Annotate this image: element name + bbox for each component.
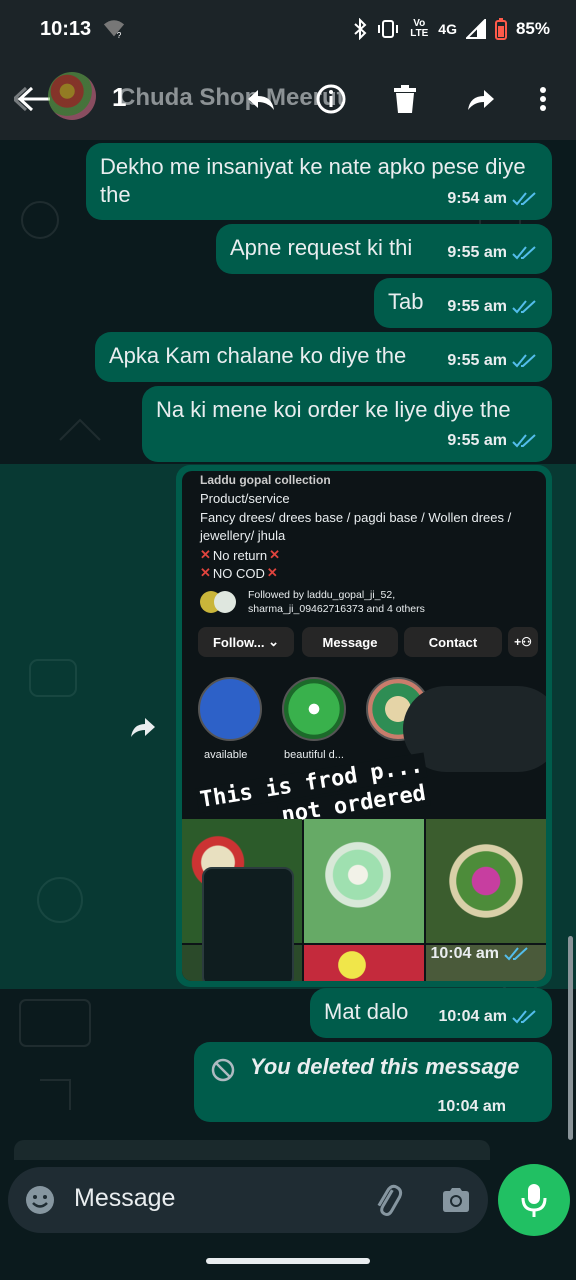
home-gesture-handle[interactable] (206, 1258, 370, 1264)
highlight-label: available (204, 749, 248, 761)
vibrate-icon (378, 20, 399, 38)
camera-icon[interactable] (440, 1184, 472, 1216)
battery-icon (494, 18, 507, 40)
volte-indicator: Vo LTE (410, 18, 429, 39)
reply-icon[interactable] (244, 82, 278, 116)
no-cod-line: ✕ NO COD ✕ (200, 565, 278, 581)
attach-icon[interactable] (372, 1183, 404, 1217)
message-meta: 9:55 am (447, 293, 538, 321)
profile-bio: Fancy drees/ drees base / pagdi base / W… (200, 510, 512, 543)
follower-avatar (214, 591, 236, 613)
message-text: Apne request ki thi (230, 235, 413, 260)
cross-icon: ✕ (200, 565, 211, 580)
message-time: 9:55 am (447, 298, 507, 315)
post-thumbnail (304, 945, 424, 981)
message-meta: 9:55 am (447, 239, 538, 267)
message-bubble[interactable]: Tab 9:55 am (374, 278, 552, 328)
message-time: 9:54 am (447, 190, 507, 207)
bluetooth-icon (354, 18, 367, 40)
message-time: 10:04 am (430, 945, 500, 962)
message-bubble[interactable]: Na ki mene koi order ke liye diye the 9:… (142, 386, 552, 462)
double-tick-icon (512, 1010, 536, 1024)
contact-avatar[interactable] (48, 72, 96, 120)
image-screenshot[interactable]: Laddu gopal collection Product/service F… (182, 471, 546, 981)
message-meta: 9:55 am (447, 347, 538, 375)
message-time: 9:55 am (447, 244, 507, 261)
message-meta: 9:54 am (447, 185, 538, 213)
post-thumbnail (304, 819, 424, 943)
message-text: Mat dalo (324, 999, 409, 1024)
selected-count: 1 (112, 82, 127, 112)
message-input[interactable]: Message (74, 1184, 175, 1213)
image-meta: 10:04 am (431, 945, 531, 963)
network-type: 4G (438, 21, 457, 37)
message-bubble[interactable]: Mat dalo 10:04 am (310, 988, 552, 1038)
message-bubble[interactable]: Apka Kam chalane ko diye the 9:55 am (95, 332, 552, 382)
double-tick-icon (512, 192, 536, 206)
double-tick-icon (512, 300, 536, 314)
more-vert-icon[interactable] (526, 82, 560, 116)
story-highlight (282, 677, 346, 741)
message-button-in-image: Message (302, 627, 398, 657)
deleted-message-bubble[interactable]: You deleted this message 10:04 am (194, 1042, 552, 1122)
cross-icon: ✕ (200, 547, 211, 562)
double-tick-icon (512, 246, 536, 260)
cross-icon: ✕ (269, 547, 281, 562)
no-cod-text: NO COD (212, 565, 265, 581)
message-bubble[interactable]: Dekho me insaniyat ke nate apko pese diy… (86, 143, 552, 220)
next-message-partial (14, 1140, 490, 1160)
emoji-icon[interactable] (24, 1184, 56, 1216)
no-return-line: ✕ No return ✕ (200, 547, 280, 563)
phone-thumbnail (202, 867, 294, 981)
info-icon[interactable] (314, 82, 348, 116)
profile-name: Laddu gopal collection (200, 473, 331, 487)
wifi-icon: ? (104, 20, 125, 40)
chat-app-bar: Chuda Shop Meerut 1 (0, 58, 576, 140)
contact-button-in-image: Contact (404, 627, 502, 657)
highlight-label: beautiful d... (284, 749, 344, 761)
message-time: 9:55 am (447, 352, 507, 369)
contact-name[interactable]: Chuda Shop Meerut (118, 84, 345, 112)
message-text: Tab (388, 289, 424, 314)
followed-by-line-2: sharma_ji_09462716373 and 4 others (248, 603, 425, 615)
forward-icon[interactable] (128, 712, 158, 742)
message-meta: 9:55 am (447, 427, 538, 455)
deleted-message-text: You deleted this message (250, 1054, 520, 1079)
mic-button[interactable] (498, 1164, 570, 1236)
message-text: Na ki mene koi order ke liye diye the (156, 397, 511, 422)
message-time: 9:55 am (447, 432, 507, 449)
forward-icon[interactable] (464, 82, 498, 116)
message-composer[interactable]: Message (8, 1167, 488, 1233)
blocked-icon (211, 1058, 235, 1082)
double-tick-icon (504, 947, 528, 961)
status-bar: 10:13 ? Vo LTE 4G 85% (0, 0, 576, 58)
message-meta: 10:04 am (439, 1003, 539, 1031)
no-return-text: No return (212, 547, 268, 563)
profile-category: Product/service (200, 491, 290, 506)
scrollbar[interactable] (568, 936, 573, 1140)
cross-icon: ✕ (266, 565, 278, 580)
double-tick-icon (512, 354, 536, 368)
message-bubble[interactable]: Apne request ki thi 9:55 am (216, 224, 552, 274)
status-time: 10:13 (40, 17, 92, 40)
system-nav-bar (0, 1240, 576, 1280)
message-time: 10:04 am (438, 1008, 508, 1025)
message-text: Apka Kam chalane ko diye the (109, 343, 407, 368)
add-person-icon: +⚇ (508, 627, 538, 657)
battery-percent: 85% (515, 19, 550, 38)
post-thumbnail (426, 819, 546, 943)
svg-text:?: ? (117, 31, 122, 40)
double-tick-icon (512, 434, 536, 448)
delete-icon[interactable] (388, 82, 422, 116)
message-time: 10:04 am (437, 1098, 507, 1115)
signal-icon (465, 19, 486, 39)
follow-button: Follow... ⌄ (198, 627, 294, 657)
story-highlight (198, 677, 262, 741)
followed-by-line-1: Followed by laddu_gopal_ji_52, (248, 589, 396, 601)
mic-icon (521, 1184, 547, 1217)
image-message-bubble[interactable]: Laddu gopal collection Product/service F… (176, 465, 552, 987)
